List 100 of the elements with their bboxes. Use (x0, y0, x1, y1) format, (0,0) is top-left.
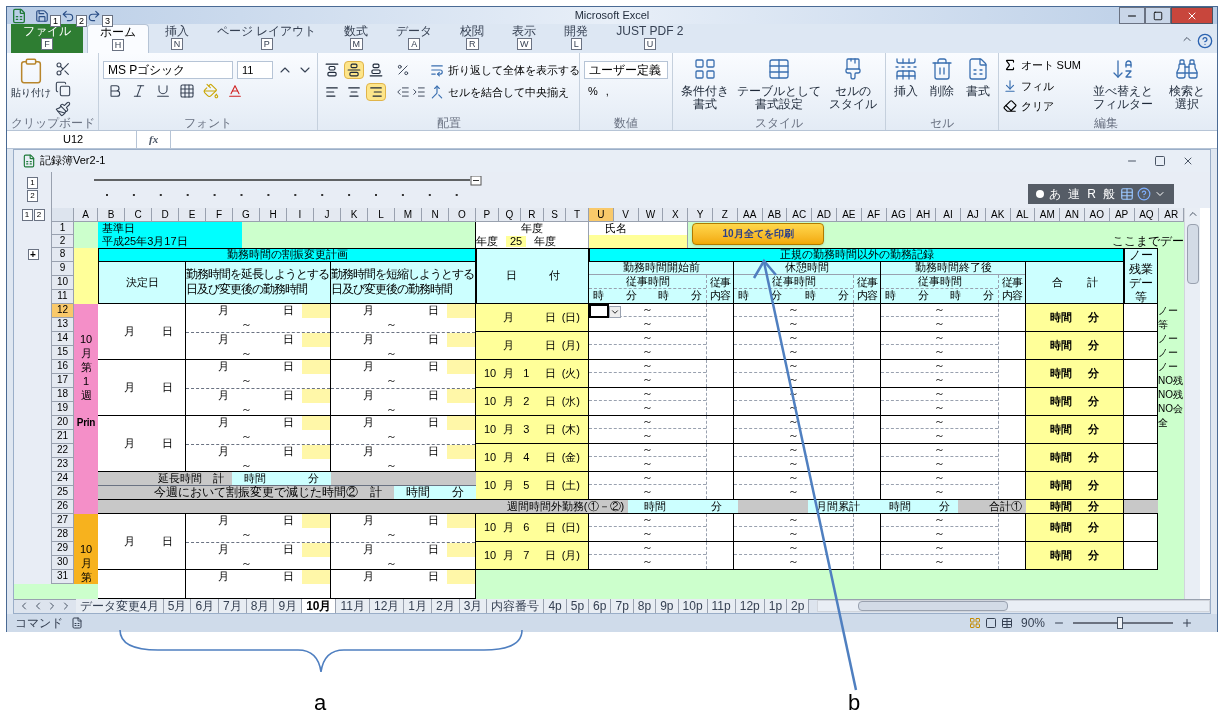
merge-center-button[interactable]: セルを結合して中央揃え (430, 83, 580, 101)
indent-icon[interactable] (412, 85, 426, 99)
input-field[interactable] (302, 444, 330, 459)
help-icon[interactable] (1137, 186, 1151, 201)
sheet-tab[interactable]: データ変更4月 (76, 599, 164, 613)
sheet-tab[interactable]: 6p (589, 599, 612, 613)
name-box[interactable]: U12 (7, 131, 137, 148)
ribbon-button[interactable]: 並べ替えと フィルター (1089, 57, 1157, 117)
macro-record-icon[interactable] (71, 616, 83, 629)
sheet-tab[interactable]: 9月 (274, 599, 303, 613)
percent-button[interactable]: % (588, 83, 598, 100)
input-field[interactable] (302, 388, 330, 403)
ribbon-tab[interactable]: JUST PDF 2 U (604, 24, 696, 53)
sheet-tab[interactable]: 5月 (163, 599, 192, 613)
scroll-thumb[interactable] (1186, 223, 1199, 284)
input-field[interactable] (302, 332, 330, 347)
sheet-tab[interactable]: 6月 (191, 599, 220, 613)
outdent-icon[interactable] (396, 85, 410, 99)
sheet-tab[interactable]: 5p (566, 599, 590, 613)
ime-button[interactable]: あ (1047, 187, 1064, 200)
wrap-text-button[interactable]: 折り返して全体を表示する (430, 61, 580, 79)
underline-icon[interactable] (155, 83, 171, 99)
sheet-tab[interactable]: 3月 (459, 599, 488, 613)
sheet-tab[interactable]: 2月 (432, 599, 460, 613)
sheet-tab[interactable]: 10p (678, 599, 708, 613)
sheet-tab[interactable]: 1p (764, 599, 788, 613)
sheet-tab[interactable]: 7月 (219, 599, 247, 613)
sheet-tab[interactable]: 4p (544, 599, 567, 613)
ribbon-tab[interactable]: 挿入 N (153, 24, 201, 53)
ribbon-button[interactable]: 書式 (961, 57, 994, 117)
italic-icon[interactable] (131, 83, 147, 99)
font-size-field[interactable]: 11 (237, 61, 273, 79)
input-field[interactable] (447, 388, 475, 403)
zoom-in-icon[interactable] (1181, 616, 1193, 629)
fill-button[interactable]: フィル (1002, 77, 1081, 94)
clear-button[interactable]: クリア (1002, 98, 1081, 115)
ribbon-tab[interactable]: ホーム H (87, 24, 149, 53)
sheet-tab[interactable]: 12月 (369, 599, 405, 613)
dropdown-icon[interactable] (609, 305, 621, 318)
ribbon-tab[interactable]: データ A (384, 24, 445, 53)
help-icon[interactable] (1197, 33, 1213, 49)
ribbon-button[interactable]: 検索と 選択 (1165, 57, 1209, 117)
sheet-tab[interactable]: 8p (633, 599, 657, 613)
input-field[interactable] (447, 444, 475, 459)
restore-icon[interactable] (1154, 154, 1166, 167)
ribbon-button[interactable]: セルの スタイル (824, 57, 881, 117)
sheet-tab[interactable]: 11p (707, 599, 736, 613)
input-field[interactable] (447, 542, 475, 557)
ribbon-button[interactable]: テーブルとして 書式設定 (732, 57, 825, 117)
outline-level-button[interactable]: 1 (21, 208, 33, 221)
zoom-level[interactable]: 90% (1020, 613, 1045, 632)
ribbon-tab[interactable]: 開発 L (552, 24, 601, 53)
outline-level-button[interactable]: 2 (27, 190, 38, 202)
font-name-field[interactable]: MS Pゴシック (103, 61, 233, 79)
minimize-button[interactable] (1119, 7, 1145, 24)
copy-icon[interactable] (55, 81, 71, 97)
maximize-button[interactable] (1145, 7, 1171, 24)
ribbon-button[interactable]: 条件付き 書式 (676, 57, 733, 117)
horizontal-scrollbar[interactable] (817, 600, 1210, 612)
borders-icon[interactable] (179, 83, 195, 99)
input-field[interactable] (447, 332, 475, 347)
sheet-tab[interactable]: 10月 (302, 599, 337, 613)
sheet-tab[interactable]: 内容番号 (487, 599, 545, 613)
number-format-field[interactable]: ユーザー定義 (584, 61, 668, 79)
ime-button[interactable]: 般 (1101, 187, 1117, 200)
slider-thumb[interactable] (1117, 616, 1123, 629)
outline-level-button[interactable]: 1 (27, 177, 38, 189)
paste-button[interactable]: 貼り付け (11, 57, 51, 100)
cut-icon[interactable] (55, 61, 71, 77)
ribbon-tab[interactable]: ページ レイアウト P (205, 24, 329, 53)
sheet-tab[interactable]: 1月 (404, 599, 432, 613)
sheet-tab[interactable]: 7p (611, 599, 634, 613)
undo-icon[interactable] (61, 8, 75, 23)
ribbon-tab[interactable]: 校閲 R (448, 24, 497, 53)
sheet-tab[interactable]: 12p (735, 599, 765, 613)
sheet-tab[interactable]: 9p (656, 599, 679, 613)
vertical-scrollbar[interactable] (1184, 207, 1200, 599)
ribbon-button[interactable]: 挿入 (889, 57, 922, 117)
autosum-button[interactable]: オート SUM (1002, 57, 1081, 74)
ribbon-tab[interactable]: 表示 W (500, 24, 549, 53)
input-field[interactable] (302, 542, 330, 557)
page-layout-icon[interactable] (984, 616, 997, 629)
sheet-tab[interactable]: 11月 (336, 599, 370, 613)
align-button[interactable] (344, 61, 364, 79)
page-break-icon[interactable] (1000, 616, 1013, 629)
outline-level-button[interactable]: 2 (33, 208, 45, 221)
sheet-tab[interactable]: 8月 (246, 599, 275, 613)
save-icon[interactable] (35, 8, 49, 23)
ime-button[interactable]: R (1085, 187, 1098, 200)
redo-icon[interactable] (87, 8, 101, 23)
expand-button[interactable]: + (27, 249, 39, 260)
sheet-tab[interactable]: 2p (787, 599, 810, 613)
ime-button[interactable]: 連 (1066, 187, 1083, 200)
bold-icon[interactable] (107, 83, 123, 99)
brush-icon[interactable] (55, 101, 71, 117)
comma-button[interactable]: , (605, 83, 609, 100)
table-icon[interactable] (1120, 186, 1134, 201)
print-button[interactable]: 10月全てを印刷 (692, 222, 824, 245)
ribbon-tab[interactable]: 数式 M (332, 24, 381, 53)
ribbon-button[interactable]: 削除 (925, 57, 958, 117)
